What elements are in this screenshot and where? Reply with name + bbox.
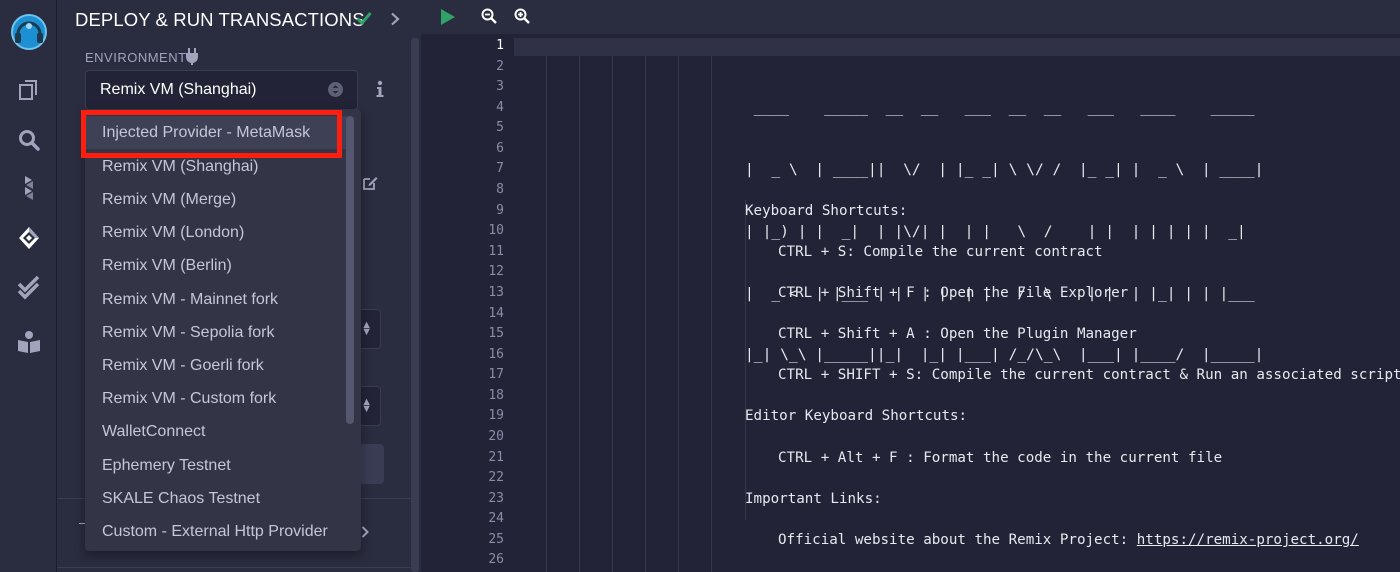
code-line: Official website about the Remix Project… <box>778 532 1359 548</box>
line-number: 14 <box>488 306 504 321</box>
icon-rail <box>0 0 57 572</box>
dropdown-item-injected-metamask[interactable]: Injected Provider - MetaMask <box>85 116 347 149</box>
line-number: 10 <box>488 223 504 238</box>
dropdown-item-external-http-provider[interactable]: Custom - External Http Provider <box>85 515 347 548</box>
code-line: CTRL + Alt + F : Format the code in the … <box>778 450 1223 466</box>
indent-guide <box>645 56 646 572</box>
dropdown-item-skale-chaos-testnet[interactable]: SKALE Chaos Testnet <box>85 482 347 515</box>
line-number: 5 <box>496 120 504 135</box>
line-number: 15 <box>488 326 504 341</box>
chevron-right-icon[interactable] <box>361 525 369 539</box>
search-icon[interactable] <box>0 116 57 164</box>
code-line: CTRL + Shift + A : Open the Plugin Manag… <box>778 326 1137 342</box>
line-number: 22 <box>488 470 504 485</box>
line-number: 18 <box>488 388 504 403</box>
panel-scrollbar[interactable] <box>411 38 419 572</box>
info-icon[interactable] <box>375 80 385 98</box>
code-line: CTRL + S: Compile the current contract <box>778 244 1103 260</box>
line-number: 17 <box>488 367 504 382</box>
line-number: 8 <box>496 182 504 197</box>
line-number: 20 <box>488 429 504 444</box>
deploy-run-icon[interactable] <box>0 214 57 262</box>
indent-guide <box>612 56 613 572</box>
code-editor: 1 2 3 4 5 6 8 7 9 10 11 12 13 14 15 16 1… <box>421 0 1400 572</box>
indent-guide <box>711 56 712 572</box>
dropdown-item-ephemery-testnet[interactable]: Ephemery Testnet <box>85 449 347 482</box>
play-icon[interactable] <box>440 8 456 26</box>
panel-title: DEPLOY & RUN TRANSACTIONS <box>75 9 365 30</box>
solidity-compiler-icon[interactable] <box>0 164 57 212</box>
plug-icon <box>186 48 198 65</box>
indent-guide <box>546 56 547 572</box>
line-number: 1 <box>496 38 504 53</box>
environment-label: ENVIRONMENT <box>85 50 187 65</box>
dropdown-item-remix-vm-berlin[interactable]: Remix VM (Berlin) <box>85 249 347 282</box>
panel-divider <box>57 567 411 568</box>
line-number: 7 <box>496 161 504 176</box>
line-number: 19 <box>488 408 504 423</box>
line-number: 6 <box>496 141 504 156</box>
ascii-line: | _ \ | ____|| \/ | |_ _| \ \/ / |_ _| |… <box>745 160 1264 178</box>
learn-icon[interactable] <box>0 318 57 366</box>
dropdown-item-remix-vm-shanghai[interactable]: Remix VM (Shanghai) <box>85 150 347 183</box>
line-number: 24 <box>488 511 504 526</box>
edit-icon[interactable] <box>362 175 378 191</box>
line-number-gutter: 1 2 3 4 5 6 8 7 9 10 11 12 13 14 15 16 1… <box>421 34 514 572</box>
dropdown-scrollbar[interactable] <box>346 116 354 424</box>
check-icon <box>356 12 372 25</box>
active-line-highlight <box>514 38 1400 56</box>
zoom-out-icon[interactable] <box>481 8 497 24</box>
test-icon[interactable] <box>0 264 57 312</box>
indent-guide <box>678 56 679 572</box>
line-number: 16 <box>488 347 504 362</box>
remix-logo-icon[interactable] <box>0 8 57 58</box>
ascii-fragment: | |_) | | _| | |\/| | | | \ / | | | | | … <box>745 222 1246 240</box>
ascii-line: ____ _____ __ __ ___ __ __ ___ ____ ____… <box>745 99 1255 117</box>
line-number: 9 <box>496 203 504 218</box>
line-number: 25 <box>488 532 504 547</box>
environment-dropdown: Injected Provider - MetaMask Remix VM (S… <box>85 109 361 551</box>
dropdown-item-sepolia-fork[interactable]: Remix VM - Sepolia fork <box>85 316 347 349</box>
line-number: 11 <box>488 244 504 259</box>
environment-select[interactable]: Remix VM (Shanghai) <box>85 70 358 110</box>
dropdown-item-goerli-fork[interactable]: Remix VM - Goerli fork <box>85 349 347 382</box>
code-line: Important Links: <box>745 491 882 507</box>
select-arrows-icon <box>328 82 343 97</box>
ascii-banner: ____ _____ __ __ ___ __ __ ___ ____ ____… <box>745 57 1263 407</box>
line-number: 26 <box>488 552 504 567</box>
line-number: 3 <box>496 79 504 94</box>
remix-project-link[interactable]: https://remix-project.org/ <box>1137 532 1359 548</box>
line-number: 2 <box>496 59 504 74</box>
code-text: Official website about the Remix Project… <box>778 532 1137 548</box>
dropdown-item-custom-fork[interactable]: Remix VM - Custom fork <box>85 382 347 415</box>
code-line: Keyboard Shortcuts: <box>745 203 908 219</box>
spinner-arrows-icon: ▲ ▼ <box>361 319 372 338</box>
file-explorer-icon[interactable] <box>0 66 57 114</box>
dropdown-item-remix-vm-london[interactable]: Remix VM (London) <box>85 216 347 249</box>
environment-select-value: Remix VM (Shanghai) <box>100 81 257 98</box>
dropdown-item-remix-vm-merge[interactable]: Remix VM (Merge) <box>85 183 347 216</box>
chevron-right-icon[interactable] <box>390 12 400 26</box>
line-number: 13 <box>488 285 504 300</box>
code-line: CTRL + Shift + F : Open the File Explore… <box>778 285 1129 301</box>
code-line: Editor Keyboard Shortcuts: <box>745 408 968 424</box>
line-number: 21 <box>488 450 504 465</box>
ascii-line: |_| \_\ |_____||_| |_| |___| /_/\_\ |___… <box>745 346 1264 364</box>
line-number: 23 <box>488 491 504 506</box>
code-line: CTRL + SHIFT + S: Compile the current co… <box>778 367 1400 383</box>
indent-guide <box>579 56 580 572</box>
zoom-in-icon[interactable] <box>514 8 530 24</box>
ascii-line: | |_) | | _| | |\/| | | | \ / | | | | | … <box>745 222 1263 243</box>
editor-toolbar <box>421 0 1400 34</box>
line-number: 12 <box>488 264 504 279</box>
dropdown-item-mainnet-fork[interactable]: Remix VM - Mainnet fork <box>85 283 347 316</box>
line-number: 4 <box>496 100 504 115</box>
spinner-arrows-icon: ▲ ▼ <box>361 396 372 415</box>
dropdown-item-walletconnect[interactable]: WalletConnect <box>85 415 347 448</box>
